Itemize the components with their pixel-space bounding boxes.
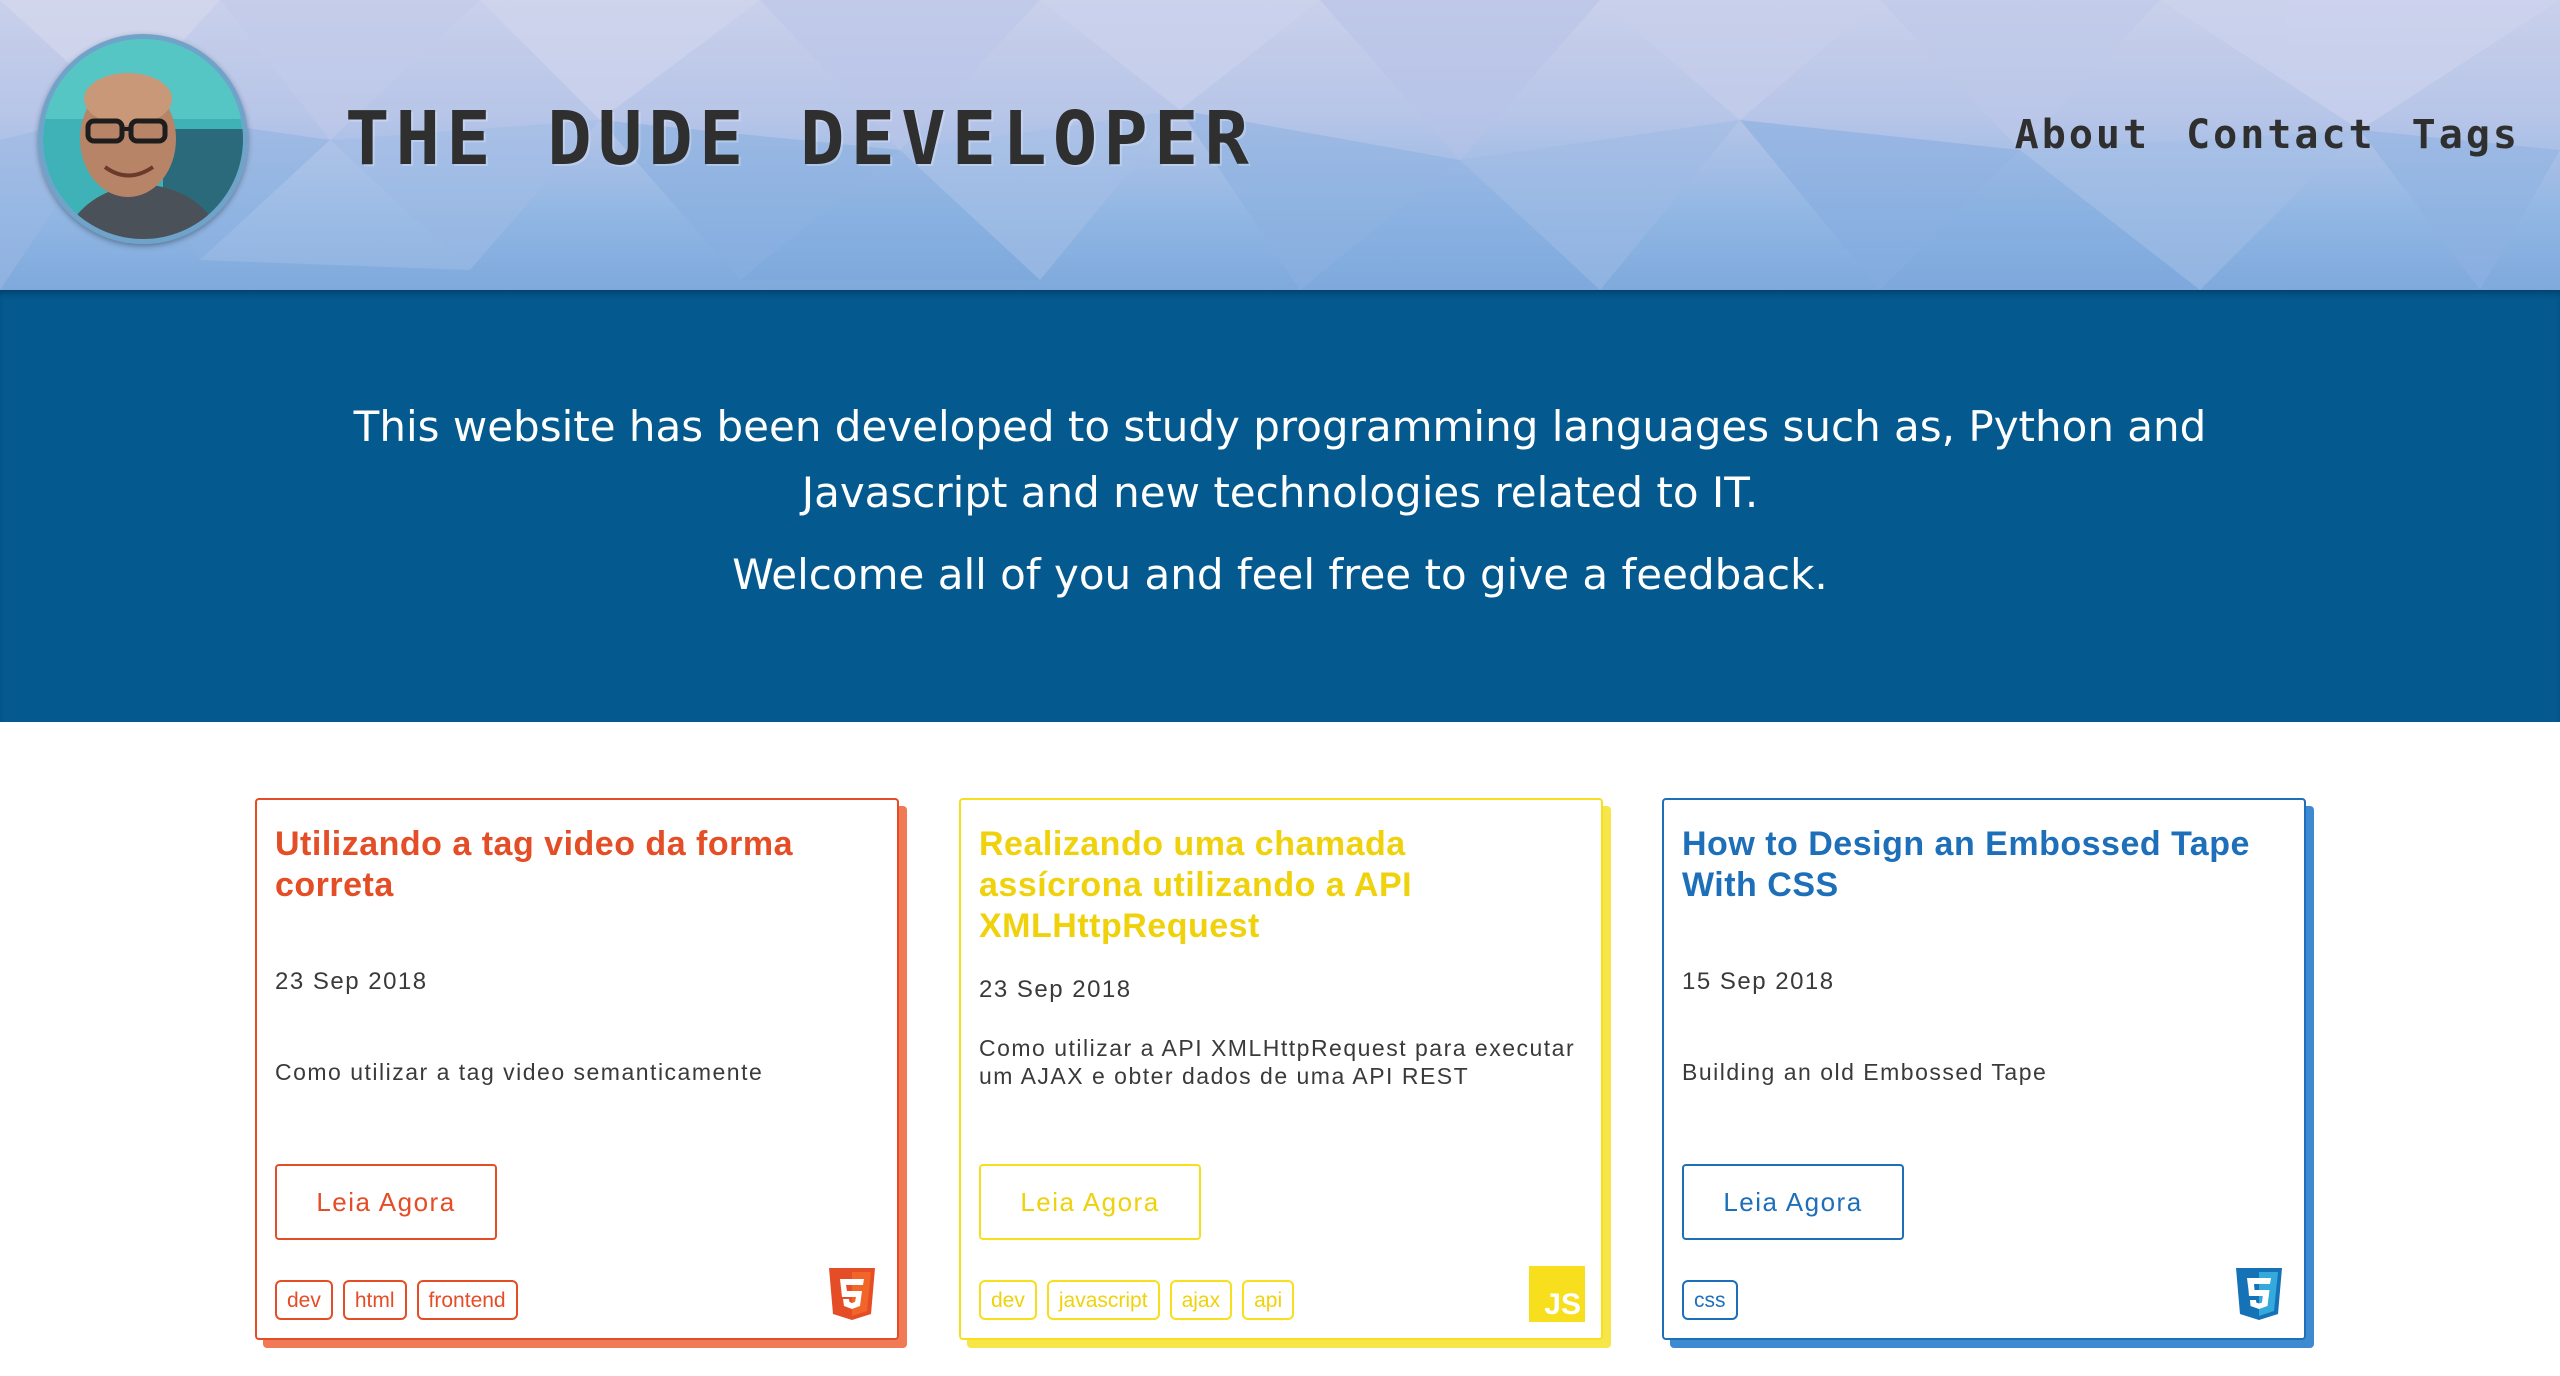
post-card-javascript: Realizando uma chamada assícrona utiliza… — [959, 798, 1603, 1340]
read-now-button[interactable]: Leia Agora — [1682, 1164, 1904, 1240]
post-title[interactable]: How to Design an Embossed Tape With CSS — [1682, 824, 2272, 906]
post-date: 23 Sep 2018 — [275, 968, 428, 995]
javascript-icon: JS — [1529, 1266, 1585, 1322]
intro-banner: This website has been developed to study… — [0, 290, 2560, 722]
intro-text: This website has been developed to study… — [353, 402, 2207, 517]
tag-dev[interactable]: dev — [275, 1280, 333, 1320]
post-card-css: How to Design an Embossed Tape With CSS … — [1662, 798, 2306, 1340]
read-now-button[interactable]: Leia Agora — [979, 1164, 1201, 1240]
profile-photo — [43, 39, 243, 239]
welcome-text: Welcome all of you and feel free to give… — [732, 550, 1828, 599]
css3-icon — [2236, 1268, 2282, 1320]
tag-ajax[interactable]: ajax — [1169, 1280, 1233, 1320]
post-description: Building an old Embossed Tape — [1682, 1059, 2048, 1085]
post-description: Como utilizar a tag video semanticamente — [275, 1059, 764, 1085]
post-title[interactable]: Realizando uma chamada assícrona utiliza… — [979, 824, 1569, 947]
post-description: Como utilizar a API XMLHttpRequest para … — [979, 1035, 1576, 1089]
post-card-html: Utilizando a tag video da forma correta … — [255, 798, 899, 1340]
tag-list: css — [1682, 1280, 1738, 1320]
tag-dev[interactable]: dev — [979, 1280, 1037, 1320]
tag-api[interactable]: api — [1242, 1280, 1295, 1320]
main-nav: About Contact Tags — [2015, 112, 2520, 158]
avatar — [38, 34, 248, 244]
nav-about-link[interactable]: About — [2015, 112, 2150, 158]
tag-css[interactable]: css — [1682, 1280, 1738, 1320]
tag-javascript[interactable]: javascript — [1046, 1280, 1160, 1320]
javascript-icon-label: JS — [1544, 1288, 1581, 1321]
html5-icon — [829, 1268, 875, 1320]
post-title[interactable]: Utilizando a tag video da forma correta — [275, 824, 865, 906]
tag-frontend[interactable]: frontend — [416, 1280, 518, 1320]
tag-list: dev html frontend — [275, 1280, 518, 1320]
post-date: 23 Sep 2018 — [979, 976, 1132, 1003]
nav-contact-link[interactable]: Contact — [2186, 112, 2376, 158]
tag-html[interactable]: html — [342, 1280, 407, 1320]
site-title[interactable]: THE DUDE DEVELOPER — [345, 96, 1255, 182]
post-date: 15 Sep 2018 — [1682, 968, 1835, 995]
read-now-button[interactable]: Leia Agora — [275, 1164, 497, 1240]
nav-tags-link[interactable]: Tags — [2412, 112, 2520, 158]
site-header: THE DUDE DEVELOPER About Contact Tags — [0, 0, 2560, 290]
tag-list: dev javascript ajax api — [979, 1280, 1295, 1320]
